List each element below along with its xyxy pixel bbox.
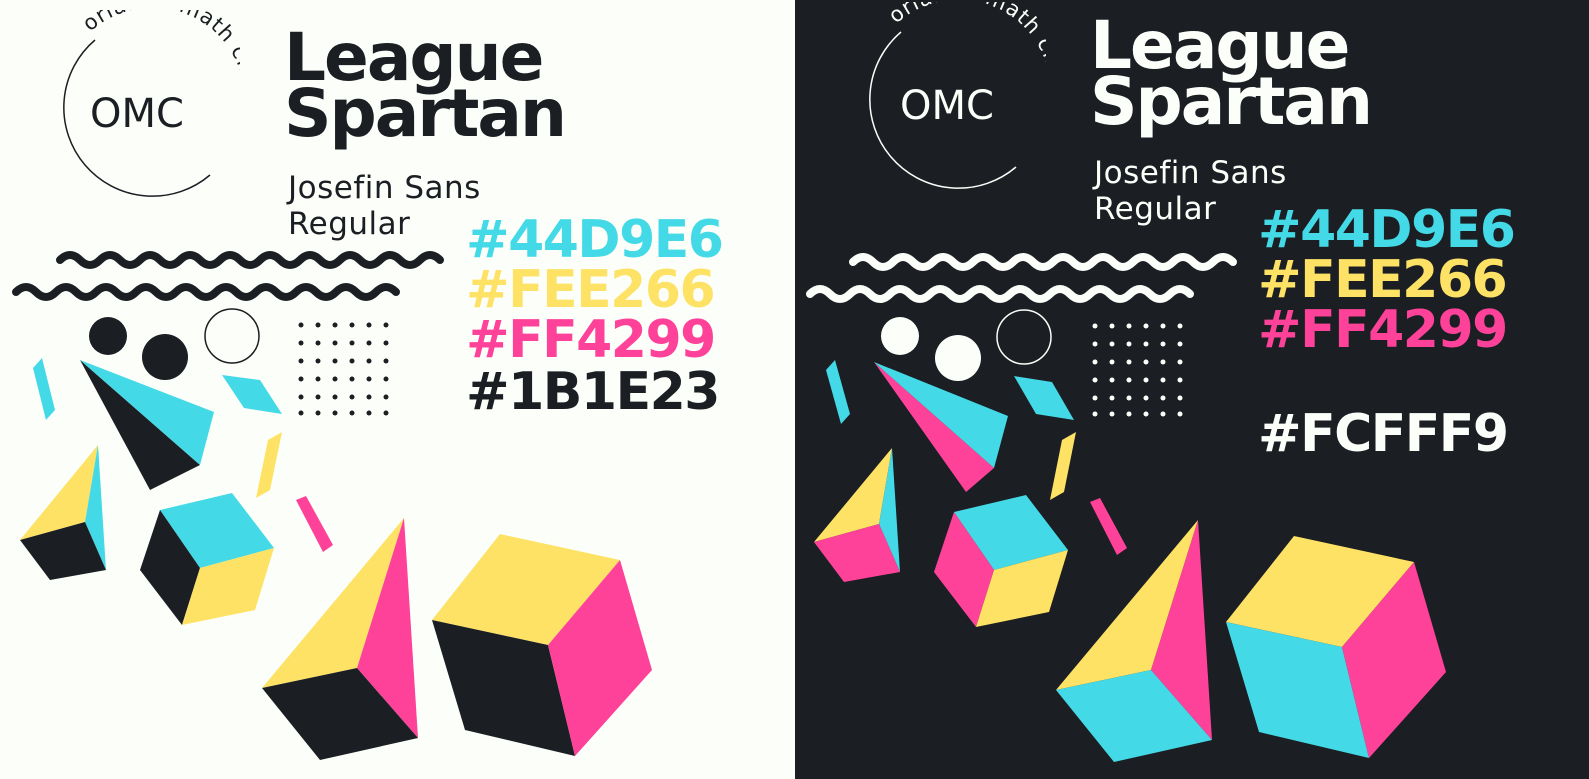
circle-solid-large	[142, 334, 188, 380]
swatch-cyan-hex: #44D9E6	[1258, 200, 1516, 260]
wave-line-top	[849, 253, 1237, 271]
wave-line-bottom	[806, 285, 1194, 303]
shard-pink	[296, 496, 333, 552]
dot-grid	[1092, 323, 1183, 417]
body-font-line-1: Josefin Sans	[1094, 155, 1287, 191]
circle-solid-large	[935, 335, 981, 381]
circle-outline	[996, 309, 1052, 365]
brand-board: orlando math circle OMC League Spartan J…	[0, 0, 1589, 779]
shard-cyan-right	[222, 375, 282, 414]
geometric-illustration-light	[12, 251, 652, 760]
swatch-yellow-hex: #FEE266	[1258, 250, 1508, 310]
circle-solid-small	[881, 317, 919, 355]
circle-solid-small	[89, 317, 127, 355]
swatch-pink-hex: #FF4299	[1258, 300, 1508, 360]
shard-yellow	[1050, 432, 1076, 500]
shard-pink	[1090, 498, 1127, 555]
shard-yellow	[256, 432, 282, 498]
dot-grid	[298, 322, 389, 416]
wave-line-top	[56, 251, 444, 269]
swatch-light-hex: #FCFFF9	[1258, 404, 1509, 464]
circle-outline	[204, 308, 260, 364]
shard-cyan-right	[1014, 376, 1074, 420]
wave-line-bottom	[12, 283, 400, 301]
logo-abbreviation: OMC	[900, 83, 994, 129]
heading-font-name: League Spartan	[1090, 13, 1373, 140]
omc-logo: orlando math circle OMC	[869, 2, 1046, 189]
shard-cyan-left	[33, 358, 55, 420]
shard-cyan-left	[826, 360, 850, 424]
light-theme-panel: orlando math circle OMC League Spartan J…	[0, 0, 795, 779]
heading-font-line-2: Spartan	[1090, 63, 1373, 140]
